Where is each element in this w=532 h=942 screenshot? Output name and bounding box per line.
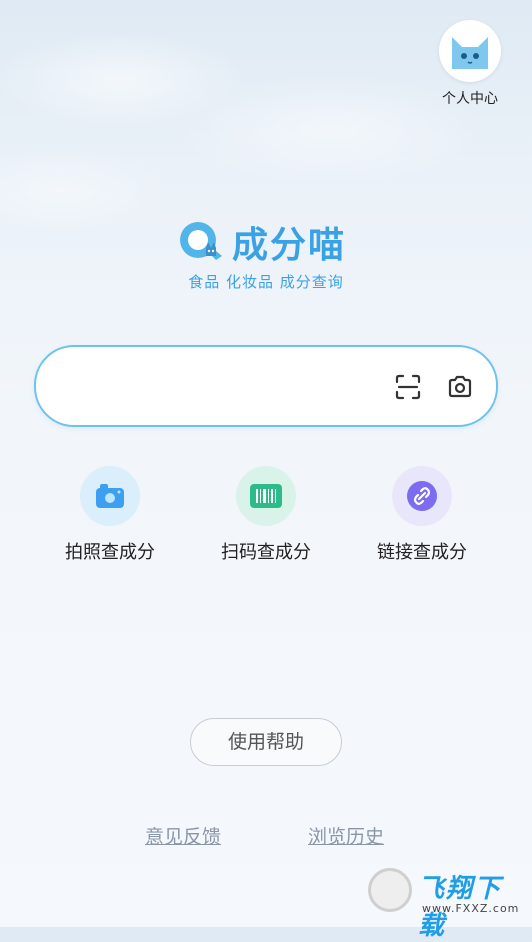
barcode-search-label[interactable]: 扫码查成分	[206, 538, 326, 564]
app-tagline: 食品 化妆品 成分查询	[188, 273, 344, 291]
watermark: 飞翔下载 www.FXXZ.com	[364, 866, 526, 941]
scan-icon[interactable]	[394, 373, 422, 401]
barcode-icon[interactable]	[236, 466, 296, 526]
history-link[interactable]: 浏览历史	[308, 822, 384, 849]
cat-avatar-icon[interactable]	[439, 20, 501, 82]
camera-icon[interactable]	[446, 373, 474, 401]
profile-entry[interactable]: 个人中心	[434, 20, 506, 108]
watermark-url: www.FXXZ.com	[422, 902, 520, 915]
photo-camera-icon[interactable]	[80, 466, 140, 526]
link-icon[interactable]	[392, 466, 452, 526]
link-search-label[interactable]: 链接查成分	[362, 538, 482, 564]
watermark-logo-icon	[368, 868, 412, 912]
help-button[interactable]: 使用帮助	[190, 718, 342, 766]
profile-label[interactable]: 个人中心	[434, 88, 506, 108]
feedback-link[interactable]: 意见反馈	[145, 822, 221, 849]
app-name: 成分喵	[232, 225, 347, 266]
search-input[interactable]	[60, 367, 394, 407]
barcode-search-button[interactable]: 扫码查成分	[206, 466, 326, 564]
photo-search-label[interactable]: 拍照查成分	[50, 538, 170, 564]
brand-header: 成分喵	[178, 216, 346, 268]
photo-search-button[interactable]: 拍照查成分	[50, 466, 170, 564]
link-search-button[interactable]: 链接查成分	[362, 466, 482, 564]
search-bar[interactable]	[34, 345, 498, 427]
brand-logo-icon	[180, 222, 222, 260]
